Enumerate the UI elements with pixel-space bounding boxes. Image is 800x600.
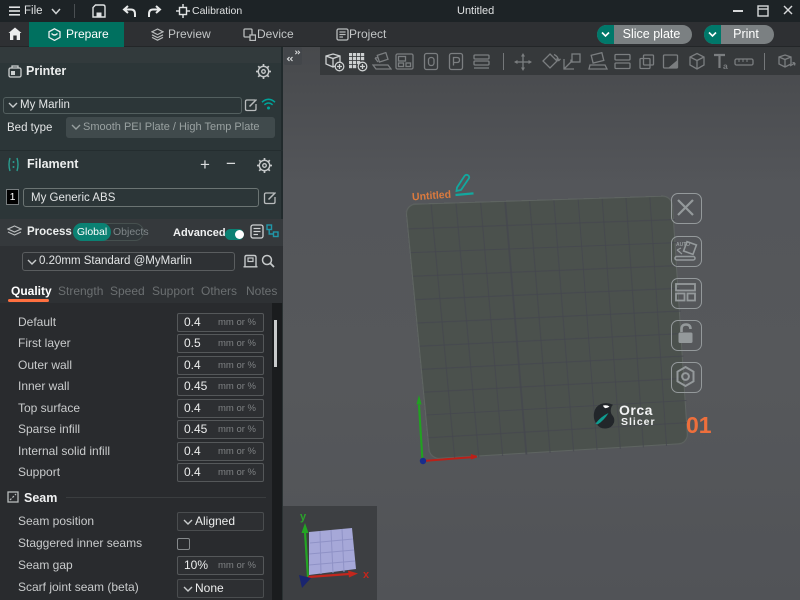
svg-text:AUTO: AUTO <box>676 242 690 248</box>
svg-text:x: x <box>363 569 370 581</box>
svg-text:y: y <box>300 511 307 523</box>
svg-text:a: a <box>723 61 728 71</box>
